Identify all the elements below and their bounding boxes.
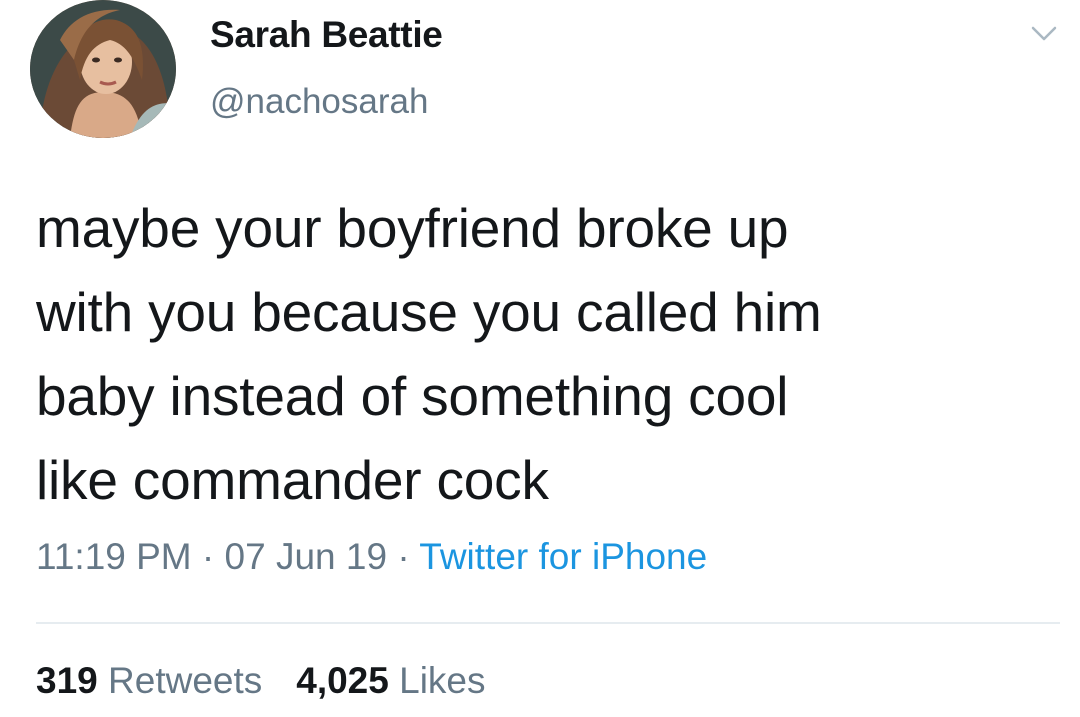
tweet-source-link[interactable]: Twitter for iPhone bbox=[419, 536, 707, 577]
likes-label: Likes bbox=[399, 660, 486, 701]
tweet-time[interactable]: 11:19 PM bbox=[36, 536, 192, 577]
likes-count: 4,025 bbox=[296, 660, 389, 701]
avatar-image bbox=[30, 0, 176, 138]
author-handle[interactable]: @nachosarah bbox=[210, 82, 428, 122]
tweet-text-line: baby instead of something cool bbox=[36, 365, 789, 427]
tweet-text-line: with you because you called him bbox=[36, 281, 822, 343]
retweets-label: Retweets bbox=[108, 660, 263, 701]
chevron-down-icon[interactable] bbox=[1030, 22, 1058, 46]
likes-stat[interactable]: 4,025 Likes bbox=[296, 660, 485, 701]
meta-separator: · bbox=[397, 536, 410, 577]
tweet-text-line: like commander cock bbox=[36, 449, 549, 511]
retweets-count: 319 bbox=[36, 660, 98, 701]
tweet-text: maybe your boyfriend broke up with you b… bbox=[36, 186, 1056, 522]
author-display-name[interactable]: Sarah Beattie bbox=[210, 14, 443, 56]
meta-separator: · bbox=[201, 536, 215, 577]
tweet-card: Sarah Beattie @nachosarah maybe your boy… bbox=[0, 0, 1080, 717]
tweet-stats: 319 Retweets 4,025 Likes bbox=[36, 660, 486, 702]
tweet-metadata: 11:19 PM · 07 Jun 19 · Twitter for iPhon… bbox=[36, 536, 707, 578]
divider bbox=[36, 622, 1060, 624]
tweet-text-line: maybe your boyfriend broke up bbox=[36, 197, 789, 259]
avatar[interactable] bbox=[30, 0, 176, 138]
retweets-stat[interactable]: 319 Retweets bbox=[36, 660, 262, 701]
tweet-date[interactable]: 07 Jun 19 bbox=[225, 536, 388, 577]
